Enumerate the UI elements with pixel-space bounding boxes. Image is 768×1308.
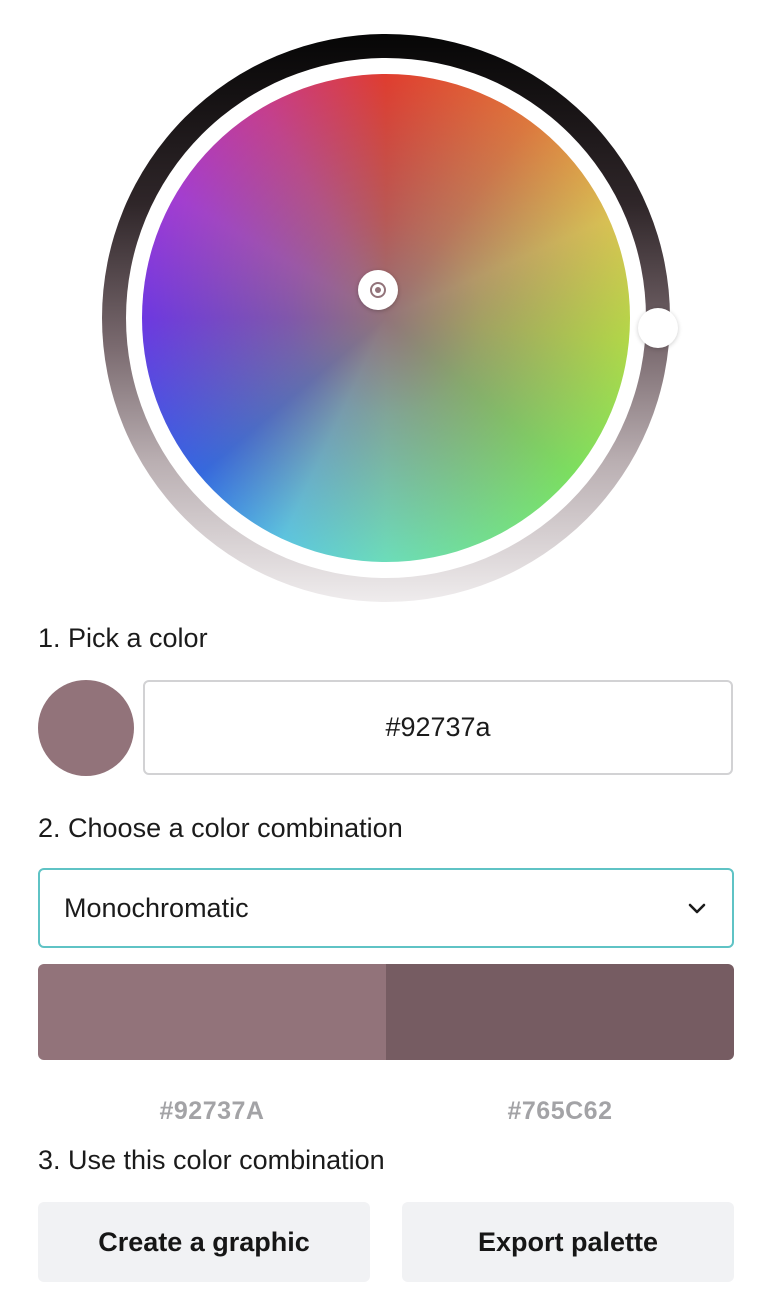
hue-saturation-wheel[interactable]	[142, 74, 630, 562]
export-palette-button[interactable]: Export palette	[402, 1202, 734, 1282]
palette-swatch[interactable]	[38, 964, 386, 1060]
palette-hex-label: #92737A	[159, 1097, 265, 1125]
palette-swatch[interactable]	[386, 964, 734, 1060]
palette-hex-label: #765C62	[507, 1097, 613, 1125]
palette-preview	[38, 964, 734, 1060]
selected-color-swatch	[38, 680, 134, 776]
color-combination-dropdown[interactable]: Monochromatic	[38, 868, 734, 948]
color-picker-handle[interactable]	[358, 270, 398, 310]
step3-title: 3. Use this color combination	[38, 1145, 385, 1175]
target-icon	[370, 282, 386, 298]
hex-color-input[interactable]	[143, 680, 733, 775]
step2-title: 2. Choose a color combination	[38, 813, 403, 843]
combination-selected-value: Monochromatic	[64, 892, 249, 923]
brightness-slider-handle[interactable]	[638, 308, 678, 348]
color-wheel-page: 1. Pick a color 2. Choose a color combin…	[0, 0, 768, 1308]
saturation-overlay	[142, 74, 630, 562]
create-graphic-button[interactable]: Create a graphic	[38, 1202, 370, 1282]
color-wheel[interactable]	[102, 34, 678, 602]
chevron-down-icon	[688, 903, 706, 914]
target-icon-dot	[375, 287, 381, 293]
step1-title: 1. Pick a color	[38, 623, 208, 653]
